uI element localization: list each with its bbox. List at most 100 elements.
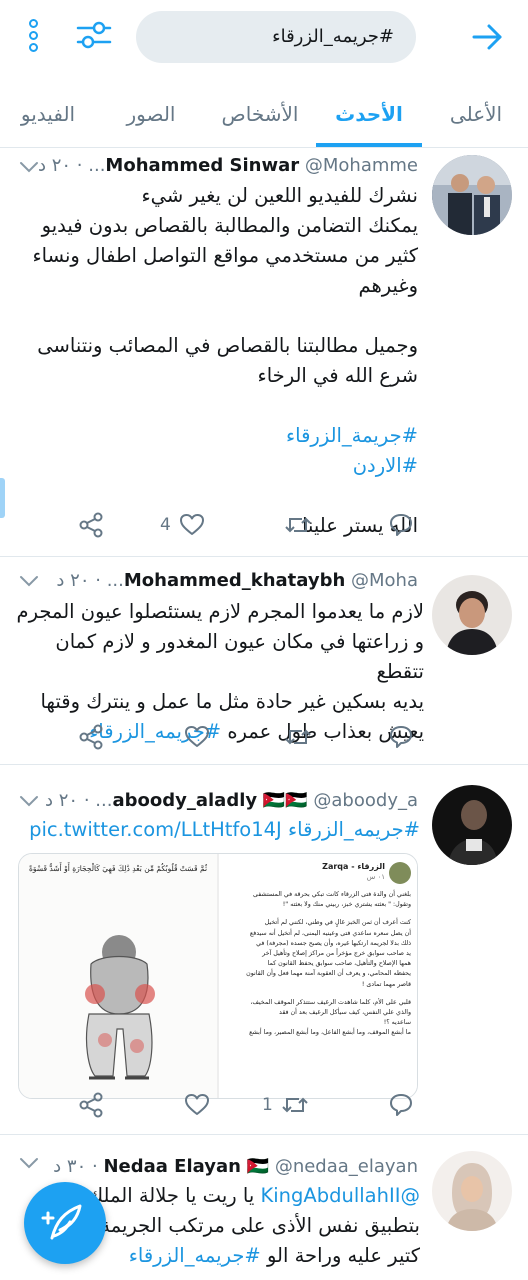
jordan-flag-icon: 🇯🇴🇯🇴	[262, 790, 308, 811]
post-line: قاصر مهما تمادى !	[361, 980, 411, 988]
post-line: وتقول: " بعثته يشتري خبز، ربيني منك ولا …	[282, 901, 411, 909]
post-line: كنت أعرف أن ثمن الخبز غالٍ في وطني، لكنن…	[264, 919, 411, 927]
media-link[interactable]: pic.twitter.com/LLtHtfo14J	[29, 818, 282, 841]
like-count: 4	[160, 515, 171, 535]
tweet-text: #جريمه_الزرقاء pic.twitter.com/LLtHtfo14…	[10, 815, 420, 845]
search-filter-icon[interactable]	[76, 20, 112, 52]
tweet-actions: 1	[0, 1085, 528, 1125]
post-line: ذلك بدلا لجريمة ارتكبها غيره، وأن يصبح ج…	[256, 939, 411, 947]
reply-icon[interactable]	[388, 717, 414, 757]
avatar[interactable]	[432, 785, 512, 865]
tweet-text: نشرك للفيديو اللعين لن يغير شيء يمكنك ال…	[10, 181, 419, 541]
tweet-time: · ٢٠ د	[56, 570, 101, 591]
avatar[interactable]	[432, 155, 512, 235]
hashtag-link[interactable]: #الاردن	[10, 451, 418, 481]
post-line: بلغني أن والدة فتى الزرقاء كانت تبكي بحر…	[252, 891, 411, 898]
text-line: شرع الله في الرخاء	[257, 364, 418, 387]
share-icon[interactable]	[78, 1085, 104, 1125]
author-name[interactable]: Nedaa Elayan	[103, 1156, 240, 1177]
heart-icon[interactable]	[184, 1085, 210, 1125]
tweet-media-image[interactable]: ثُمَّ قَسَتْ قُلُوبُكُمْ مِّن بَعْدِ ذَٰ…	[18, 853, 418, 1099]
tab-videos[interactable]: الفيديو	[8, 86, 88, 148]
retweet-button[interactable]: 1	[262, 1085, 309, 1125]
tweet-actions: 4	[0, 505, 528, 545]
page-time: ٠١ س	[366, 873, 385, 881]
tab-top[interactable]: الأعلى	[436, 86, 516, 148]
hashtag-link[interactable]: #جريمه_الزرقاء	[288, 818, 420, 841]
post-text: بلغني أن والدة فتى الزرقاء كانت تبكي بحر…	[225, 890, 411, 1039]
reply-icon[interactable]	[388, 505, 414, 545]
active-tab-indicator	[316, 143, 422, 147]
retweet-count: 1	[262, 1095, 273, 1115]
text-line: وغيرهم	[358, 274, 418, 297]
tweet[interactable]: Mohammed_khataybh @Moha... · ٢٠ د لازم م…	[0, 557, 528, 765]
post-screenshot-panel: الزرقاء - Zarqa ٠١ س بلغني أن والدة فتى …	[219, 854, 417, 1098]
chevron-down-icon[interactable]	[18, 571, 40, 591]
author-name[interactable]: Mohammed Sinwar	[105, 155, 299, 176]
text-line: يمكنك التضامن والمطالبة بالقصاص بدون فيد…	[41, 214, 418, 237]
retweet-icon[interactable]	[284, 505, 312, 545]
text-line: #جريمه_الزرقاء pic.twitter.com/LLtHtfo14…	[10, 815, 420, 845]
retweet-icon	[281, 1093, 309, 1117]
more-options-icon[interactable]	[22, 18, 44, 54]
tweet-actions	[0, 717, 528, 757]
tweet[interactable]: aboody_aladly 🇯🇴🇯🇴 @aboody_a... · ٢٠ د #…	[0, 765, 528, 1135]
text-line: وجميل مطالبتنا بالقصاص في المصائب ونتناس…	[37, 334, 418, 357]
chevron-down-icon[interactable]	[18, 157, 40, 177]
tweet-header: Mohammed Sinwar @Mohamme... · ٢٠ د	[14, 152, 418, 180]
chevron-down-icon[interactable]	[18, 791, 40, 811]
page-title: الزرقاء - Zarqa	[322, 862, 385, 871]
back-arrow-icon[interactable]	[470, 20, 504, 54]
drawing-panel: ثُمَّ قَسَتْ قُلُوبُكُمْ مِّن بَعْدِ ذَٰ…	[19, 854, 217, 1098]
chevron-down-icon[interactable]	[18, 1153, 40, 1173]
top-bar: #جريمه_الزرقاء	[0, 0, 528, 78]
author-name[interactable]: aboody_aladly	[112, 790, 257, 811]
author-handle: @nedaa_elayan	[274, 1156, 418, 1177]
tweet-time: · ٢٠ د	[37, 155, 83, 176]
text-line: نشرك للفيديو اللعين لن يغير شيء	[141, 184, 418, 207]
post-line: يحفظه المحامي، و يعرف أن العقوبة آمنة مه…	[246, 970, 411, 978]
text-line: و زراعتها في مكان عيون المغدور و لازم كم…	[55, 630, 424, 683]
tweet[interactable]: Mohammed Sinwar @Mohamme... · ٢٠ د نشرك …	[0, 149, 528, 557]
text-line: يديه بسكين غير حادة مثل ما عمل و ينترك و…	[40, 690, 424, 713]
jordan-flag-icon: 🇯🇴	[246, 1156, 270, 1177]
share-icon[interactable]	[78, 505, 104, 545]
share-icon[interactable]	[78, 717, 104, 757]
tab-people[interactable]: الأشخاص	[214, 86, 306, 148]
retweet-icon[interactable]	[284, 717, 312, 757]
tab-photos[interactable]: الصور	[116, 86, 186, 148]
hashtag-link[interactable]: #جريمه_الزرقاء	[129, 1244, 261, 1267]
feather-plus-icon	[41, 1204, 82, 1240]
avatar[interactable]	[432, 575, 512, 655]
tweet-time: · ٢٠ د	[45, 790, 90, 811]
text-line: لازم ما يعدموا المجرم لازم يستئصلوا عيون…	[16, 600, 424, 623]
tweet-time: · ٣٠ د	[53, 1156, 98, 1177]
tweet-header: Nedaa Elayan 🇯🇴 @nedaa_elayan · ٣٠ د	[14, 1153, 418, 1181]
post-line: ساعديه ؟!	[383, 1019, 411, 1027]
heart-icon	[179, 513, 205, 537]
post-line: قلبي على الأم، كلما شاهدت الرغيف ستتذكر …	[250, 998, 411, 1006]
text-line: كثير من مستخدمي مواقع التواصل اطفال ونسا…	[32, 244, 419, 267]
search-input[interactable]: #جريمه_الزرقاء	[136, 11, 416, 63]
post-line: والذي علي النفس، كيف سيأكل الرغيف بعد أن…	[279, 1009, 411, 1017]
post-line: يد صاحب سوابق خرج مؤخراً من مراكز إصلاح …	[262, 950, 411, 958]
text-segment: كتير عليه وراحة الو	[266, 1244, 420, 1267]
post-line: أن يصل سعره ساعدي فتى وعينيه اليمنى، لم …	[249, 929, 411, 937]
heart-icon[interactable]	[184, 717, 210, 757]
tweet-header: Mohammed_khataybh @Moha... · ٢٠ د	[14, 567, 418, 595]
search-tabs: الأعلى الأحدث الأشخاص الصور الفيديو	[0, 86, 528, 148]
post-line: همها الإصلاح والتأهيل، صاحب سوابق يحفظ ا…	[267, 960, 411, 968]
like-button[interactable]: 4	[160, 505, 205, 545]
author-name[interactable]: Mohammed_khataybh	[124, 570, 345, 591]
tweet-header: aboody_aladly 🇯🇴🇯🇴 @aboody_a... · ٢٠ د	[14, 787, 418, 815]
reply-icon[interactable]	[388, 1085, 414, 1125]
compose-tweet-button[interactable]	[24, 1182, 106, 1264]
mention-link[interactable]: @KingAbdullahII	[260, 1184, 420, 1207]
hashtag-link[interactable]: #جريمة_الزرقاء	[10, 421, 418, 451]
post-line: ما أبشع الموقف، وما أبشع الفاعل، وما أبش…	[249, 1029, 411, 1037]
scroll-indicator	[0, 478, 5, 518]
crouching-figure-illustration	[85, 935, 155, 1080]
tab-latest[interactable]: الأحدث	[322, 86, 416, 148]
avatar[interactable]	[432, 1151, 512, 1231]
page-avatar	[389, 862, 411, 884]
